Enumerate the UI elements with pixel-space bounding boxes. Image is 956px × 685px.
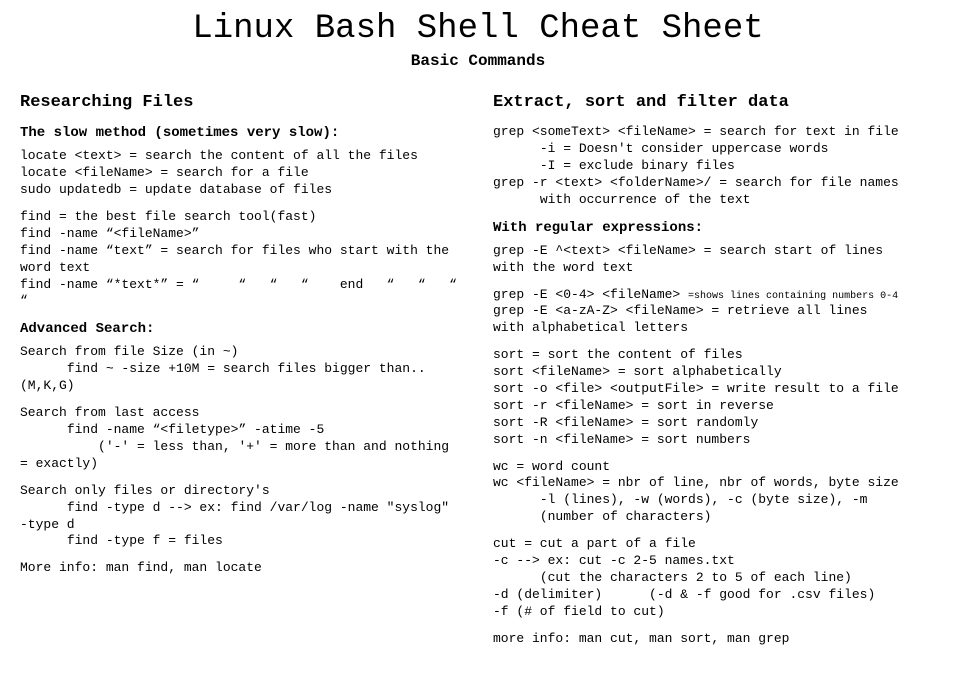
right-block1: grep <someText> <fileName> = search for … (493, 124, 936, 208)
right-column: Extract, sort and filter data grep <some… (493, 88, 936, 657)
left-block4: Search from last access find -name “<fil… (20, 405, 463, 473)
right-block2b-small: =shows lines containing numbers 0-4 (688, 291, 898, 302)
right-block5: cut = cut a part of a file -c --> ex: cu… (493, 536, 936, 620)
right-block2b: grep -E <0-4> <fileName> =shows lines co… (493, 287, 936, 304)
left-block6: More info: man find, man locate (20, 560, 463, 577)
right-block6: more info: man cut, man sort, man grep (493, 631, 936, 648)
right-block2b-prefix: grep -E <0-4> <fileName> (493, 287, 688, 302)
right-heading: Extract, sort and filter data (493, 92, 936, 114)
right-block3: sort = sort the content of files sort <f… (493, 347, 936, 448)
right-block2a: grep -E ^<text> <fileName> = search star… (493, 243, 936, 277)
right-block2c: grep -E <a-zA-Z> <fileName> = retrieve a… (493, 303, 936, 337)
left-sub2: Advanced Search: (20, 320, 463, 338)
left-sub1: The slow method (sometimes very slow): (20, 124, 463, 142)
left-block3: Search from file Size (in ~) find ~ -siz… (20, 344, 463, 395)
right-sub1: With regular expressions: (493, 219, 936, 237)
left-column: Researching Files The slow method (somet… (20, 88, 463, 657)
page-title: Linux Bash Shell Cheat Sheet (20, 10, 936, 48)
left-block5: Search only files or directory's find -t… (20, 483, 463, 551)
left-heading: Researching Files (20, 92, 463, 114)
left-block2: find = the best file search tool(fast) f… (20, 209, 463, 310)
left-block1: locate <text> = search the content of al… (20, 148, 463, 199)
content-columns: Researching Files The slow method (somet… (20, 88, 936, 657)
page-subtitle: Basic Commands (20, 52, 936, 70)
right-block4: wc = word count wc <fileName> = nbr of l… (493, 459, 936, 527)
